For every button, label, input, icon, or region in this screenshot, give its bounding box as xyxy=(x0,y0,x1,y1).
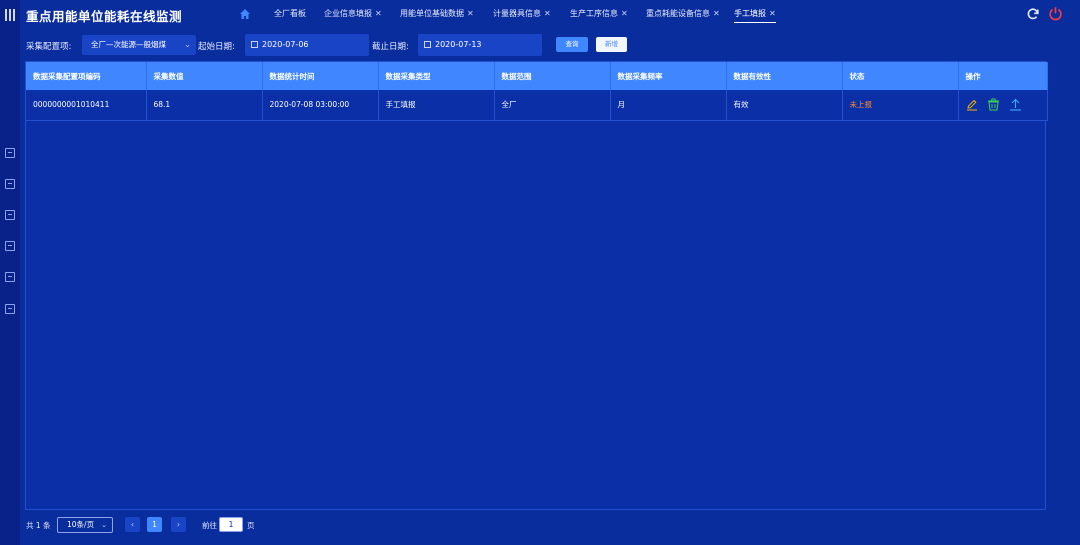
column-header: 数据采集配置项编码 xyxy=(26,62,147,90)
column-header: 数据统计时间 xyxy=(262,62,379,90)
add-button[interactable]: 新增 xyxy=(596,37,627,52)
data-table-panel: 数据采集配置项编码 采集数值 数据统计时间 数据采集类型 数据范围 数据采集频率… xyxy=(25,61,1048,510)
config-label: 采集配置项: xyxy=(26,42,72,52)
calendar-icon xyxy=(424,41,431,48)
menu-icon[interactable] xyxy=(5,9,15,21)
close-icon[interactable]: ✕ xyxy=(375,9,382,18)
tab-equipment-info[interactable]: 重点耗能设备信息 ✕ xyxy=(646,9,720,23)
delete-icon[interactable] xyxy=(987,98,1000,111)
page-size-select[interactable]: 10条/页 ⌄ xyxy=(57,517,113,533)
chart-icon[interactable] xyxy=(5,179,15,189)
header: 重点用能单位能耗在线监测 全厂看板 企业信息填报 ✕ 用能单位基础数据 ✕ 计量器具… xyxy=(20,0,1080,30)
column-header: 采集数值 xyxy=(146,62,263,90)
tab-dashboard[interactable]: 全厂看板 xyxy=(274,9,306,23)
next-page-button[interactable]: › xyxy=(171,517,186,532)
close-icon[interactable]: ✕ xyxy=(544,9,551,18)
status-badge: 未上报 xyxy=(842,90,959,121)
power-icon[interactable] xyxy=(1048,6,1063,21)
chevron-down-icon: ⌄ xyxy=(101,521,107,529)
page-number[interactable]: 1 xyxy=(147,517,162,532)
close-icon[interactable]: ✕ xyxy=(621,9,628,18)
tab-label: 全厂看板 xyxy=(274,9,306,18)
chevron-down-icon: ⌄ xyxy=(184,40,191,49)
page-unit-label: 页 xyxy=(247,521,255,530)
column-header: 数据采集频率 xyxy=(610,62,727,90)
app-title: 重点用能单位能耗在线监测 xyxy=(26,9,183,24)
tab-label: 计量器具信息 xyxy=(493,9,541,18)
cell-frequency: 月 xyxy=(610,90,727,121)
start-date-label: 起始日期: xyxy=(198,42,235,52)
cell-scope: 全厂 xyxy=(494,90,611,121)
cell-code: 0000000001010411 xyxy=(26,90,147,121)
page-size-value: 10条/页 xyxy=(67,520,95,529)
goto-page-input[interactable]: 1 xyxy=(219,517,243,532)
tab-label: 重点耗能设备信息 xyxy=(646,9,710,18)
tab-manual-entry[interactable]: 手工填报 ✕ xyxy=(734,9,776,23)
filter-bar: 采集配置项: 全厂—次能源—般烟煤 ⌄ 起始日期: 2020-07-06 截止日… xyxy=(20,32,1080,58)
tab-enterprise-info[interactable]: 企业信息填报 ✕ xyxy=(324,9,382,23)
tab-label: 企业信息填报 xyxy=(324,9,372,18)
config-value: 全厂—次能源—般烟煤 xyxy=(91,40,166,49)
sidebar xyxy=(0,0,20,545)
cell-time: 2020-07-08 03:00:00 xyxy=(262,90,379,121)
tab-basic-data[interactable]: 用能单位基础数据 ✕ xyxy=(400,9,474,23)
total-count: 共 1 条 xyxy=(26,521,51,530)
column-header: 数据采集类型 xyxy=(378,62,495,90)
column-header: 数据有效性 xyxy=(726,62,843,90)
list-icon[interactable] xyxy=(5,148,15,158)
data-table: 数据采集配置项编码 采集数值 数据统计时间 数据采集类型 数据范围 数据采集频率… xyxy=(26,62,1048,121)
close-icon[interactable]: ✕ xyxy=(769,9,776,18)
tab-label: 手工填报 xyxy=(734,9,766,18)
tab-label: 生产工序信息 xyxy=(570,9,618,18)
tab-process-info[interactable]: 生产工序信息 ✕ xyxy=(570,9,628,23)
end-date-label: 截止日期: xyxy=(372,42,409,52)
document-icon[interactable] xyxy=(5,210,15,220)
edit-icon[interactable] xyxy=(966,99,978,111)
cell-type: 手工填报 xyxy=(378,90,495,121)
end-date-input[interactable]: 2020-07-13 xyxy=(418,34,542,56)
table-header-row: 数据采集配置项编码 采集数值 数据统计时间 数据采集类型 数据范围 数据采集频率… xyxy=(26,62,1048,90)
end-date-value: 2020-07-13 xyxy=(435,40,482,49)
start-date-value: 2020-07-06 xyxy=(262,40,309,49)
prev-page-button[interactable]: ‹ xyxy=(125,517,140,532)
close-icon[interactable]: ✕ xyxy=(467,9,474,18)
upload-icon[interactable] xyxy=(1009,98,1022,111)
pagination: 共 1 条 10条/页 ⌄ ‹ 1 › 前往 1 页 xyxy=(20,514,1080,536)
config-select[interactable]: 全厂—次能源—般烟煤 ⌄ xyxy=(82,35,196,55)
goto-label: 前往 xyxy=(202,521,217,530)
cell-value: 68.1 xyxy=(146,90,263,121)
close-icon[interactable]: ✕ xyxy=(713,9,720,18)
calendar-icon xyxy=(251,41,258,48)
cell-actions xyxy=(958,90,1048,121)
table-row: 0000000001010411 68.1 2020-07-08 03:00:0… xyxy=(26,90,1048,121)
tab-meter-info[interactable]: 计量器具信息 ✕ xyxy=(493,9,551,23)
cell-validity: 有效 xyxy=(726,90,843,121)
query-button[interactable]: 查询 xyxy=(556,37,588,52)
column-header: 状态 xyxy=(842,62,959,90)
report-icon[interactable] xyxy=(5,241,15,251)
edit-icon[interactable] xyxy=(5,304,15,314)
home-icon[interactable] xyxy=(239,8,251,20)
calendar-icon[interactable] xyxy=(5,272,15,282)
refresh-icon[interactable] xyxy=(1026,7,1040,21)
start-date-input[interactable]: 2020-07-06 xyxy=(245,34,369,56)
column-header: 操作 xyxy=(958,62,1048,90)
column-header: 数据范围 xyxy=(494,62,611,90)
tab-label: 用能单位基础数据 xyxy=(400,9,464,18)
